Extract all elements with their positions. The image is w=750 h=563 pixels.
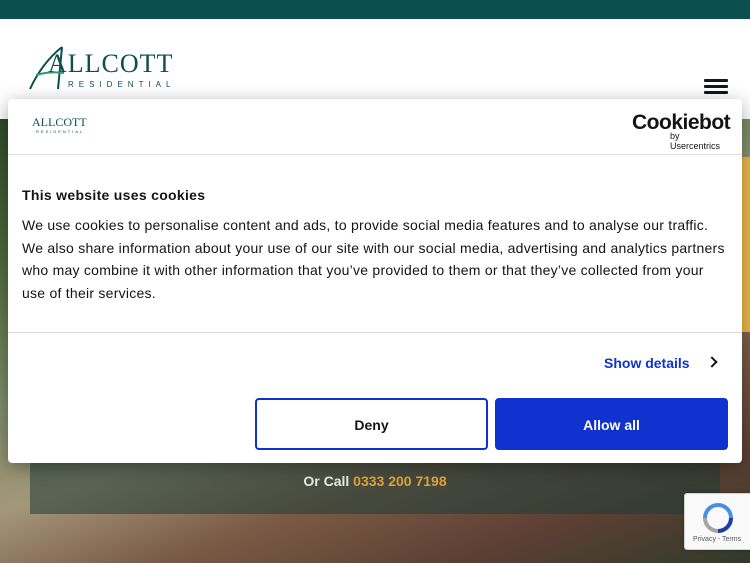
cookie-site-logo: ALLCOTT RESIDENTIAL (26, 115, 88, 137)
logo-wordmark: ALLCOTT (48, 49, 174, 78)
recaptcha-icon (703, 503, 733, 533)
cookie-logo-wordmark: ALLCOTT (32, 115, 87, 129)
top-bar (0, 0, 750, 19)
cookie-body-text: We use cookies to personalise content an… (22, 217, 725, 302)
call-line: Or Call 0333 200 7198 (0, 473, 750, 489)
cookie-consent-dialog: ALLCOTT RESIDENTIAL Cookiebot by Usercen… (8, 99, 742, 463)
cookie-divider (8, 332, 742, 333)
show-details-label: Show details (604, 355, 690, 371)
chevron-right-icon (706, 356, 718, 368)
cookie-logo-tagline: RESIDENTIAL (36, 129, 85, 134)
hamburger-menu-icon[interactable] (704, 79, 728, 99)
site-logo[interactable]: ALLCOTT RESIDENTIAL (28, 43, 178, 93)
logo-tagline: RESIDENTIAL (68, 80, 176, 89)
phone-link[interactable]: 0333 200 7198 (353, 473, 446, 489)
recaptcha-links[interactable]: Privacy - Terms (693, 536, 741, 543)
cookiebot-byline: by Usercentrics (670, 131, 721, 151)
or-call-label: Or Call (303, 473, 350, 489)
cookiebot-logo[interactable]: Cookiebot by Usercentrics (632, 111, 731, 151)
allow-all-button[interactable]: Allow all (495, 398, 728, 450)
cookie-dialog-header: ALLCOTT RESIDENTIAL Cookiebot by Usercen… (8, 99, 742, 155)
show-details-link[interactable]: Show details (604, 355, 718, 371)
recaptcha-badge[interactable]: Privacy - Terms (684, 493, 750, 550)
deny-button[interactable]: Deny (255, 398, 488, 450)
cookie-title: This website uses cookies (22, 187, 206, 203)
side-tab[interactable] (742, 157, 750, 332)
